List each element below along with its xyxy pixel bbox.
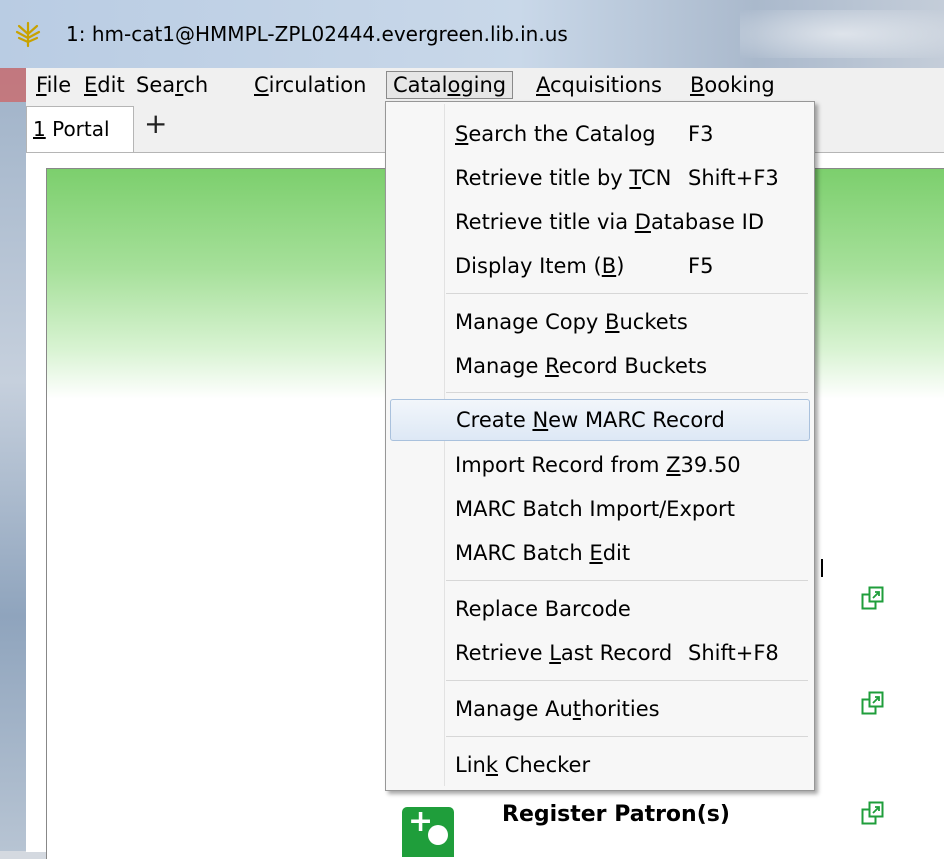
menu-separator bbox=[446, 392, 808, 393]
menu-item-shortcut: Shift+F3 bbox=[688, 166, 779, 190]
desktop-edge bbox=[0, 68, 26, 851]
menu-item-display-item[interactable]: Display Item (B) F5 bbox=[390, 246, 808, 286]
menu-separator bbox=[446, 736, 808, 737]
window-title: 1: hm-cat1@HMMPL-ZPL02444.evergreen.lib.… bbox=[66, 22, 568, 46]
menu-item-shortcut: F3 bbox=[688, 122, 714, 146]
menu-edit[interactable]: Edit bbox=[78, 71, 131, 99]
menu-item-retrieve-title-by-tcn[interactable]: Retrieve title by TCN Shift+F3 bbox=[390, 158, 808, 198]
menu-item-label: Search the Catalog bbox=[455, 122, 656, 146]
menu-item-label: Manage Copy Buckets bbox=[455, 310, 688, 334]
menu-item-shortcut: F5 bbox=[688, 254, 714, 278]
menubar: File Edit Search Circulation Cataloging … bbox=[26, 68, 944, 103]
register-patron-link[interactable]: Register Patron(s) bbox=[502, 802, 730, 827]
menu-item-retrieve-last-record[interactable]: Retrieve Last Record Shift+F8 bbox=[390, 633, 808, 673]
menu-file[interactable]: File bbox=[30, 71, 77, 99]
menu-separator bbox=[446, 680, 808, 681]
menu-item-manage-record-buckets[interactable]: Manage Record Buckets bbox=[390, 346, 808, 386]
menu-item-label: Manage Record Buckets bbox=[455, 354, 708, 378]
window-titlebar: 1: hm-cat1@HMMPL-ZPL02444.evergreen.lib.… bbox=[0, 0, 944, 68]
menu-item-import-record-from-z3950[interactable]: Import Record from Z39.50 bbox=[390, 445, 808, 485]
menu-item-label: Create New MARC Record bbox=[456, 408, 725, 432]
menu-acquisitions[interactable]: Acquisitions bbox=[530, 71, 668, 99]
menu-item-label: Import Record from Z39.50 bbox=[455, 453, 741, 477]
menu-item-link-checker[interactable]: Link Checker bbox=[390, 745, 808, 785]
menu-item-replace-barcode[interactable]: Replace Barcode bbox=[390, 589, 808, 629]
popout-icon[interactable] bbox=[861, 691, 885, 717]
menu-item-label: Retrieve title by TCN bbox=[455, 166, 672, 190]
menu-item-label: Retrieve Last Record bbox=[455, 641, 673, 665]
menu-item-search-the-catalog[interactable]: Search the Catalog F3 bbox=[390, 114, 808, 154]
menu-item-retrieve-title-via-database-id[interactable]: Retrieve title via Database ID bbox=[390, 202, 808, 242]
menu-separator bbox=[446, 580, 808, 581]
cataloging-dropdown: Search the Catalog F3 Retrieve title by … bbox=[385, 101, 815, 791]
person-icon bbox=[428, 825, 448, 845]
menu-item-create-new-marc-record[interactable]: Create New MARC Record bbox=[390, 399, 810, 441]
menu-circulation[interactable]: Circulation bbox=[248, 71, 372, 99]
menu-separator bbox=[446, 293, 808, 294]
tab-portal-label: 1 Portal bbox=[33, 117, 110, 141]
menu-item-label: Link Checker bbox=[455, 753, 591, 777]
evergreen-leaf-icon bbox=[15, 21, 41, 48]
menu-item-label: Manage Authorities bbox=[455, 697, 660, 721]
menu-cataloging[interactable]: Cataloging bbox=[386, 71, 514, 99]
menu-search[interactable]: Search bbox=[130, 71, 214, 99]
menu-item-label: MARC Batch Import/Export bbox=[455, 497, 735, 521]
menu-item-manage-copy-buckets[interactable]: Manage Copy Buckets bbox=[390, 302, 808, 342]
popout-icon[interactable] bbox=[861, 801, 885, 827]
menu-item-label: Display Item (B) bbox=[455, 254, 625, 278]
menu-item-label: Retrieve title via Database ID bbox=[455, 210, 765, 234]
heading-underline-fragment bbox=[821, 559, 823, 577]
popout-icon[interactable] bbox=[861, 586, 885, 612]
desktop-edge-accent bbox=[0, 68, 26, 102]
menu-item-marc-batch-import-export[interactable]: MARC Batch Import/Export bbox=[390, 489, 808, 529]
menu-item-label: Replace Barcode bbox=[455, 597, 631, 621]
menu-item-manage-authorities[interactable]: Manage Authorities bbox=[390, 689, 808, 729]
menu-booking[interactable]: Booking bbox=[684, 71, 781, 99]
add-tab-button[interactable]: + bbox=[144, 110, 167, 138]
menu-item-shortcut: Shift+F8 bbox=[688, 641, 779, 665]
titlebar-glow bbox=[740, 10, 944, 58]
menu-item-label: MARC Batch Edit bbox=[455, 541, 631, 565]
tab-portal[interactable]: 1 Portal bbox=[26, 106, 134, 155]
menu-item-marc-batch-edit[interactable]: MARC Batch Edit bbox=[390, 533, 808, 573]
register-patron-icon[interactable]: + bbox=[402, 805, 454, 857]
